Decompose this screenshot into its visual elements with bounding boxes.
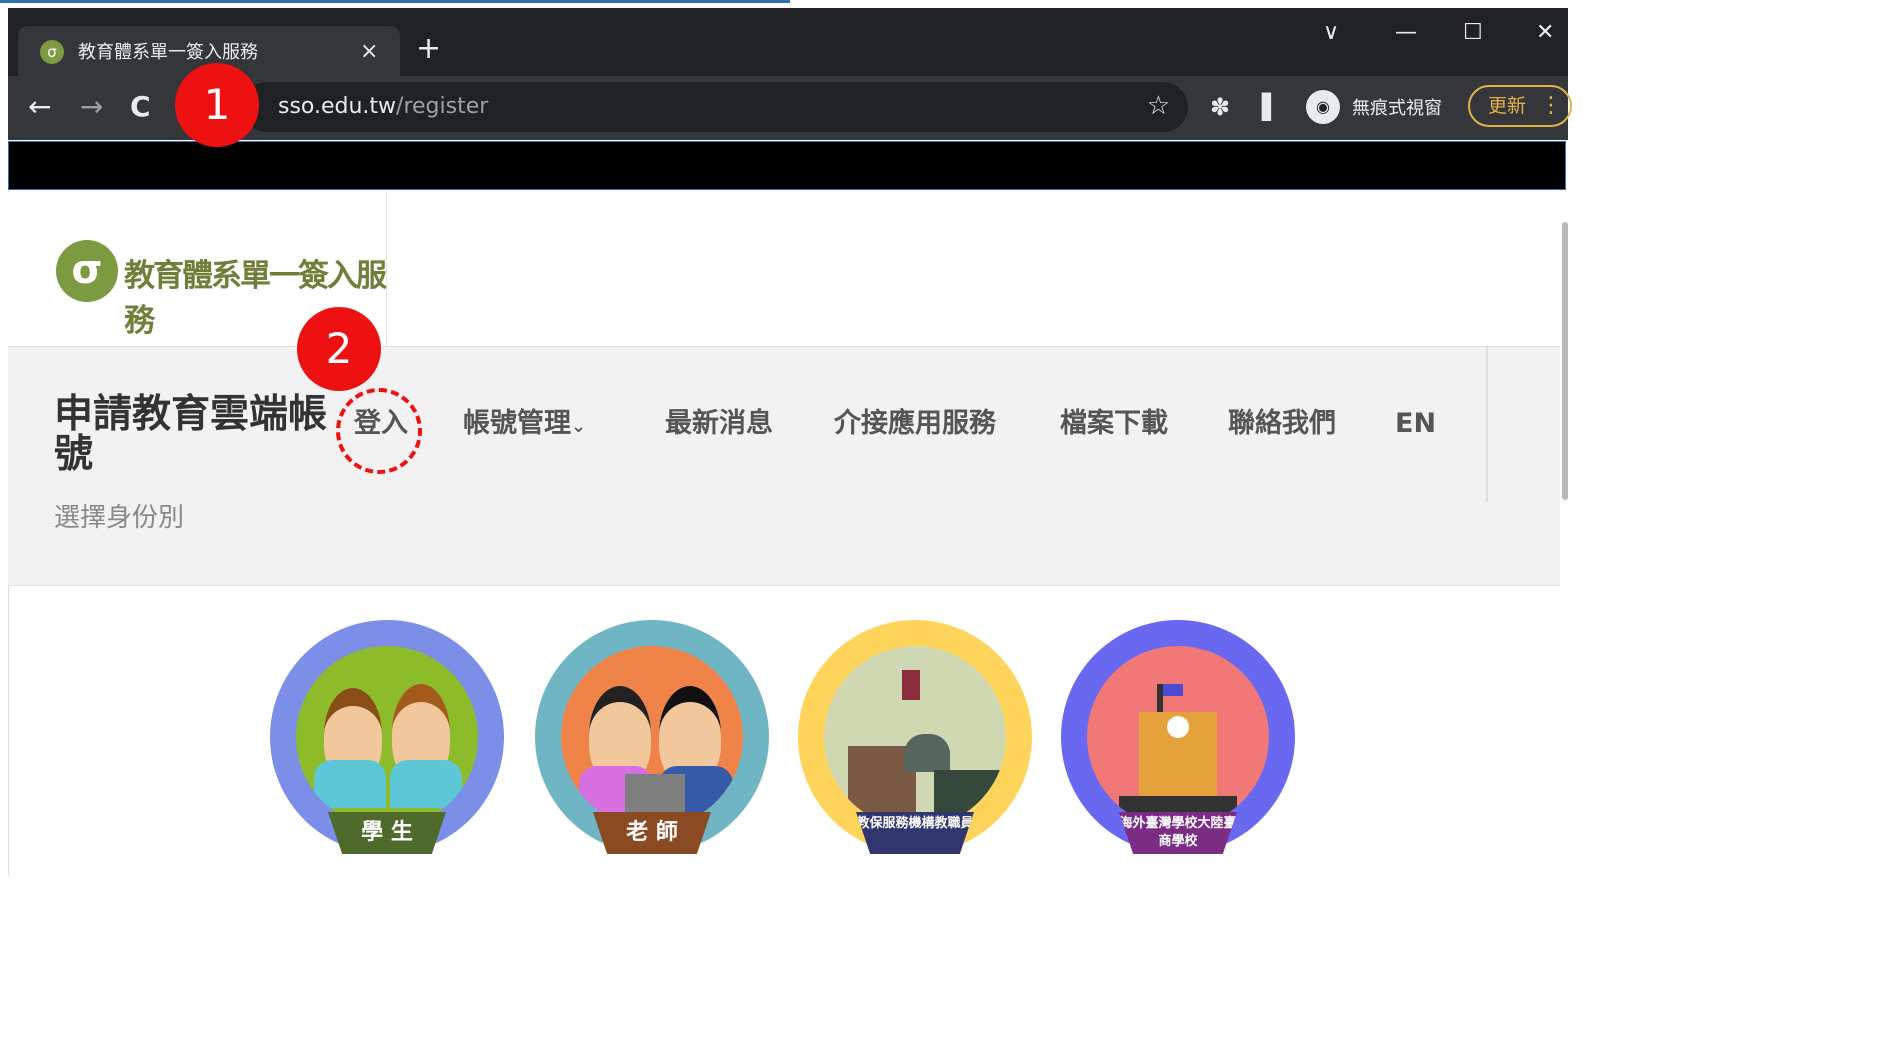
teacher-illustration bbox=[561, 646, 743, 828]
annotation-marker-2: 2 bbox=[297, 307, 381, 391]
site-logo-icon[interactable]: σ bbox=[56, 240, 118, 302]
student-girl-shirt bbox=[314, 760, 386, 808]
identity-preschool-label: 教保服務機構教職員 bbox=[856, 812, 974, 854]
page-title-bar: 申請教育雲端帳號 選擇身份別 登入 帳號管理⌄ 最新消息 介接應用服務 檔案下載… bbox=[8, 346, 1560, 586]
nav-news[interactable]: 最新消息 bbox=[665, 407, 773, 441]
identity-student-label: 學 生 bbox=[328, 812, 446, 854]
annotation-marker-1: 1 bbox=[175, 63, 259, 147]
update-label: 更新 bbox=[1488, 95, 1527, 117]
url-path: /register bbox=[396, 94, 489, 119]
playground-illustration bbox=[824, 646, 1006, 828]
nav-services[interactable]: 介接應用服務 bbox=[834, 407, 996, 441]
scrollbar-thumb[interactable] bbox=[1562, 222, 1568, 500]
site-favicon-icon: σ bbox=[40, 40, 64, 64]
close-icon[interactable]: × bbox=[360, 38, 378, 66]
url-text[interactable]: sso.edu.tw/register bbox=[278, 92, 488, 122]
page-subtitle: 選擇身份別 bbox=[54, 503, 185, 533]
incognito-icon: ◉ bbox=[1306, 90, 1340, 124]
tab-title: 教育體系單一簽入服務 bbox=[78, 42, 258, 63]
menu-dots-icon[interactable]: ⋮ bbox=[1540, 87, 1562, 125]
browser-tab-strip: σ 教育體系單一簽入服務 × + ∨ — ☐ ✕ bbox=[8, 8, 1568, 84]
school-base bbox=[1119, 796, 1237, 812]
bookmark-star-icon[interactable]: ☆ bbox=[1147, 90, 1170, 122]
student-boy-shirt bbox=[390, 760, 462, 808]
back-button[interactable]: ← bbox=[28, 90, 51, 124]
identity-student[interactable]: 學 生 bbox=[270, 620, 504, 854]
identity-teacher[interactable]: 老 師 bbox=[535, 620, 769, 854]
url-host: sso.edu.tw bbox=[278, 94, 397, 119]
identity-overseas-school[interactable]: 海外臺灣學校大陸臺商學校 bbox=[1061, 620, 1295, 854]
student-illustration bbox=[296, 646, 478, 828]
nav-language-en[interactable]: EN bbox=[1395, 407, 1436, 441]
incognito-indicator[interactable]: ◉ 無痕式視窗 bbox=[1306, 88, 1442, 126]
playground-house bbox=[904, 734, 950, 772]
identity-teacher-label: 老 師 bbox=[593, 812, 711, 854]
playground-slide bbox=[934, 770, 1004, 818]
reload-button[interactable]: C bbox=[130, 90, 151, 124]
chevron-down-icon[interactable]: ∨ bbox=[1323, 20, 1339, 46]
flag-icon bbox=[1163, 684, 1183, 696]
nav-divider bbox=[1486, 347, 1488, 502]
incognito-label: 無痕式視窗 bbox=[1352, 98, 1442, 119]
forward-button[interactable]: → bbox=[80, 90, 103, 124]
nav-downloads[interactable]: 檔案下載 bbox=[1060, 407, 1168, 441]
maximize-button[interactable]: ☐ bbox=[1463, 20, 1483, 46]
new-tab-button[interactable]: + bbox=[416, 34, 441, 64]
page-title: 申請教育雲端帳號 bbox=[54, 392, 328, 477]
top-accent-line bbox=[0, 0, 790, 3]
school-building-illustration bbox=[1087, 646, 1269, 828]
close-window-button[interactable]: ✕ bbox=[1536, 20, 1554, 46]
identity-overseas-label: 海外臺灣學校大陸臺商學校 bbox=[1119, 812, 1237, 854]
clock-icon bbox=[1167, 716, 1189, 738]
page-top-band bbox=[8, 141, 1566, 190]
extensions-icon[interactable]: ✽ bbox=[1210, 92, 1230, 122]
minimize-button[interactable]: — bbox=[1395, 20, 1417, 46]
hanging-toy bbox=[902, 670, 920, 700]
book-icon bbox=[625, 774, 685, 818]
nav-contact[interactable]: 聯絡我們 bbox=[1228, 407, 1336, 441]
chevron-down-icon: ⌄ bbox=[571, 416, 587, 437]
side-panel-icon[interactable]: ▌ bbox=[1262, 92, 1280, 122]
annotation-highlight-circle bbox=[336, 388, 422, 474]
update-button[interactable]: 更新 ⋮ bbox=[1468, 85, 1572, 127]
identity-preschool-staff[interactable]: 教保服務機構教職員 bbox=[798, 620, 1032, 854]
nav-account-management[interactable]: 帳號管理⌄ bbox=[463, 407, 586, 444]
address-bar[interactable]: sso.edu.tw/register ☆ bbox=[242, 82, 1188, 132]
nav-account-label: 帳號管理 bbox=[463, 408, 571, 439]
